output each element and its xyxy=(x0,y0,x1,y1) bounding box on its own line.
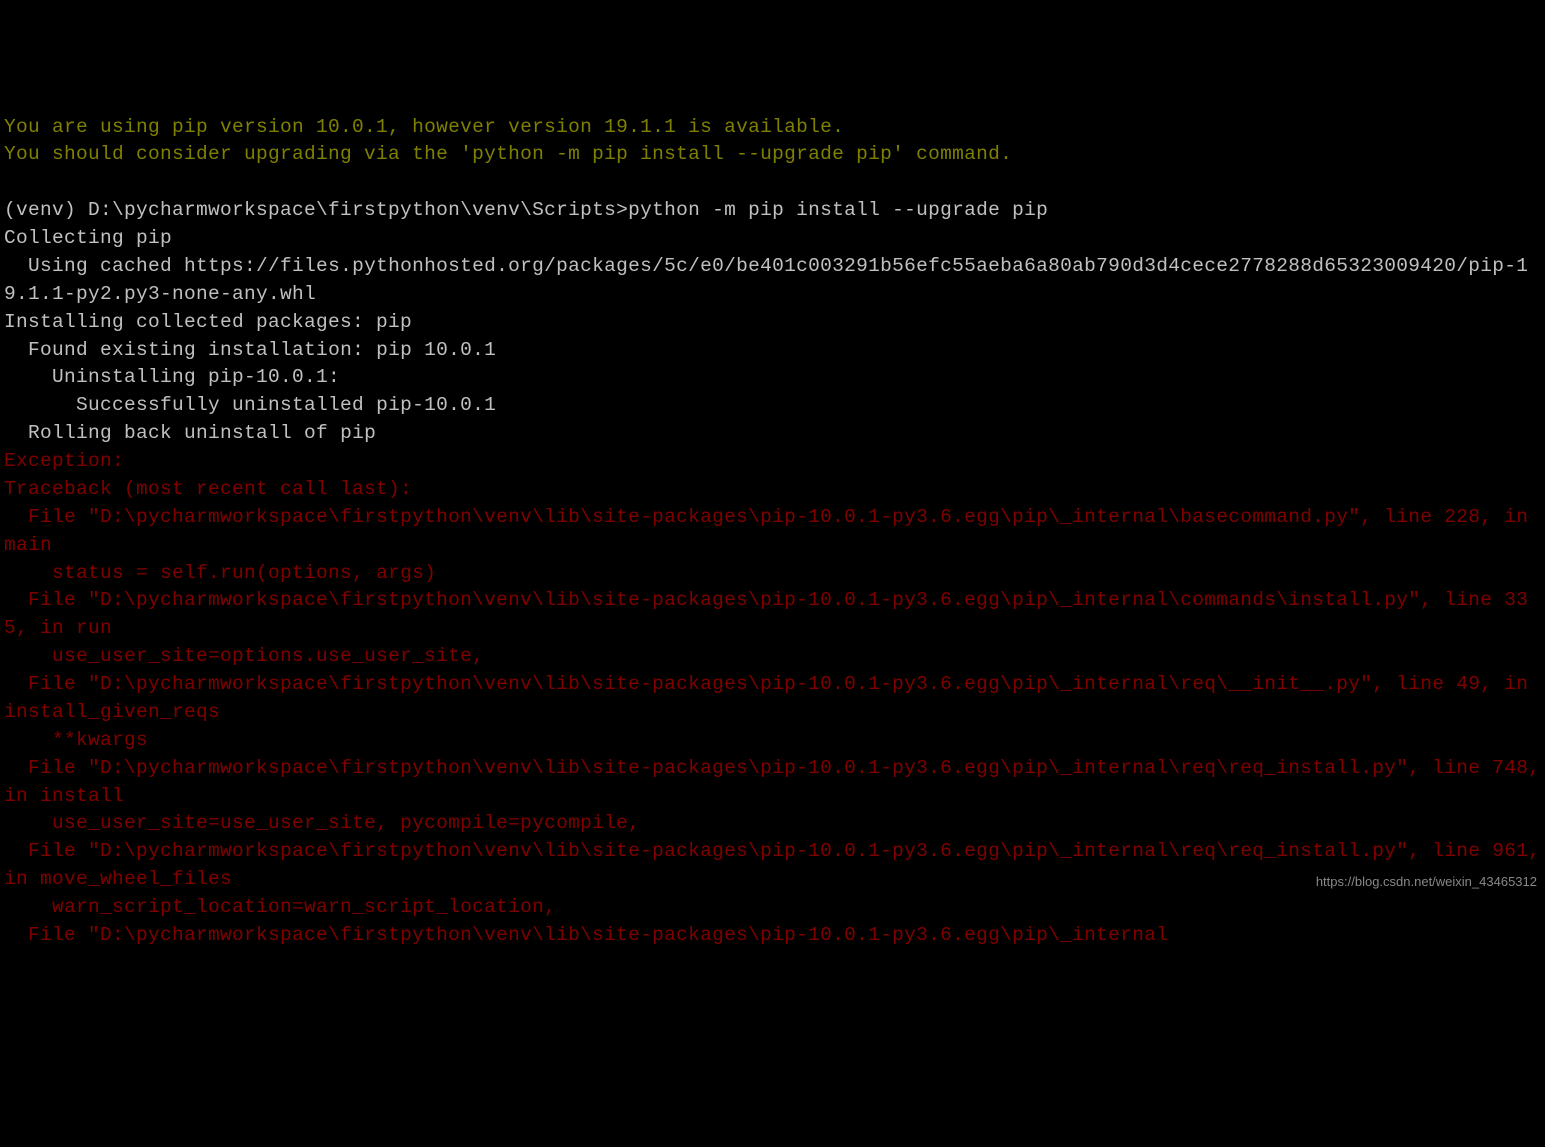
terminal-line: use_user_site=use_user_site, pycompile=p… xyxy=(4,810,1541,838)
terminal-line: File "D:\pycharmworkspace\firstpython\ve… xyxy=(4,838,1541,894)
terminal-line: status = self.run(options, args) xyxy=(4,560,1541,588)
terminal-line: (venv) D:\pycharmworkspace\firstpython\v… xyxy=(4,197,1541,225)
watermark-text: https://blog.csdn.net/weixin_43465312 xyxy=(1316,873,1537,892)
terminal-line: File "D:\pycharmworkspace\firstpython\ve… xyxy=(4,755,1541,811)
terminal-line: You should consider upgrading via the 'p… xyxy=(4,141,1541,169)
terminal-line: File "D:\pycharmworkspace\firstpython\ve… xyxy=(4,671,1541,727)
terminal-line: Traceback (most recent call last): xyxy=(4,476,1541,504)
terminal-line: Using cached https://files.pythonhosted.… xyxy=(4,253,1541,309)
terminal-line: **kwargs xyxy=(4,727,1541,755)
terminal-line: Installing collected packages: pip xyxy=(4,309,1541,337)
terminal-line: Collecting pip xyxy=(4,225,1541,253)
terminal-line: Rolling back uninstall of pip xyxy=(4,420,1541,448)
terminal-line: File "D:\pycharmworkspace\firstpython\ve… xyxy=(4,587,1541,643)
terminal-line: You are using pip version 10.0.1, howeve… xyxy=(4,114,1541,142)
terminal-line: use_user_site=options.use_user_site, xyxy=(4,643,1541,671)
terminal-output: You are using pip version 10.0.1, howeve… xyxy=(4,114,1541,950)
terminal-line xyxy=(4,169,1541,197)
terminal-line: Successfully uninstalled pip-10.0.1 xyxy=(4,392,1541,420)
terminal-line: Found existing installation: pip 10.0.1 xyxy=(4,337,1541,365)
terminal-line: Uninstalling pip-10.0.1: xyxy=(4,364,1541,392)
terminal-line: Exception: xyxy=(4,448,1541,476)
terminal-line: warn_script_location=warn_script_locatio… xyxy=(4,894,1541,922)
terminal-line: File "D:\pycharmworkspace\firstpython\ve… xyxy=(4,504,1541,560)
terminal-line: File "D:\pycharmworkspace\firstpython\ve… xyxy=(4,922,1541,950)
